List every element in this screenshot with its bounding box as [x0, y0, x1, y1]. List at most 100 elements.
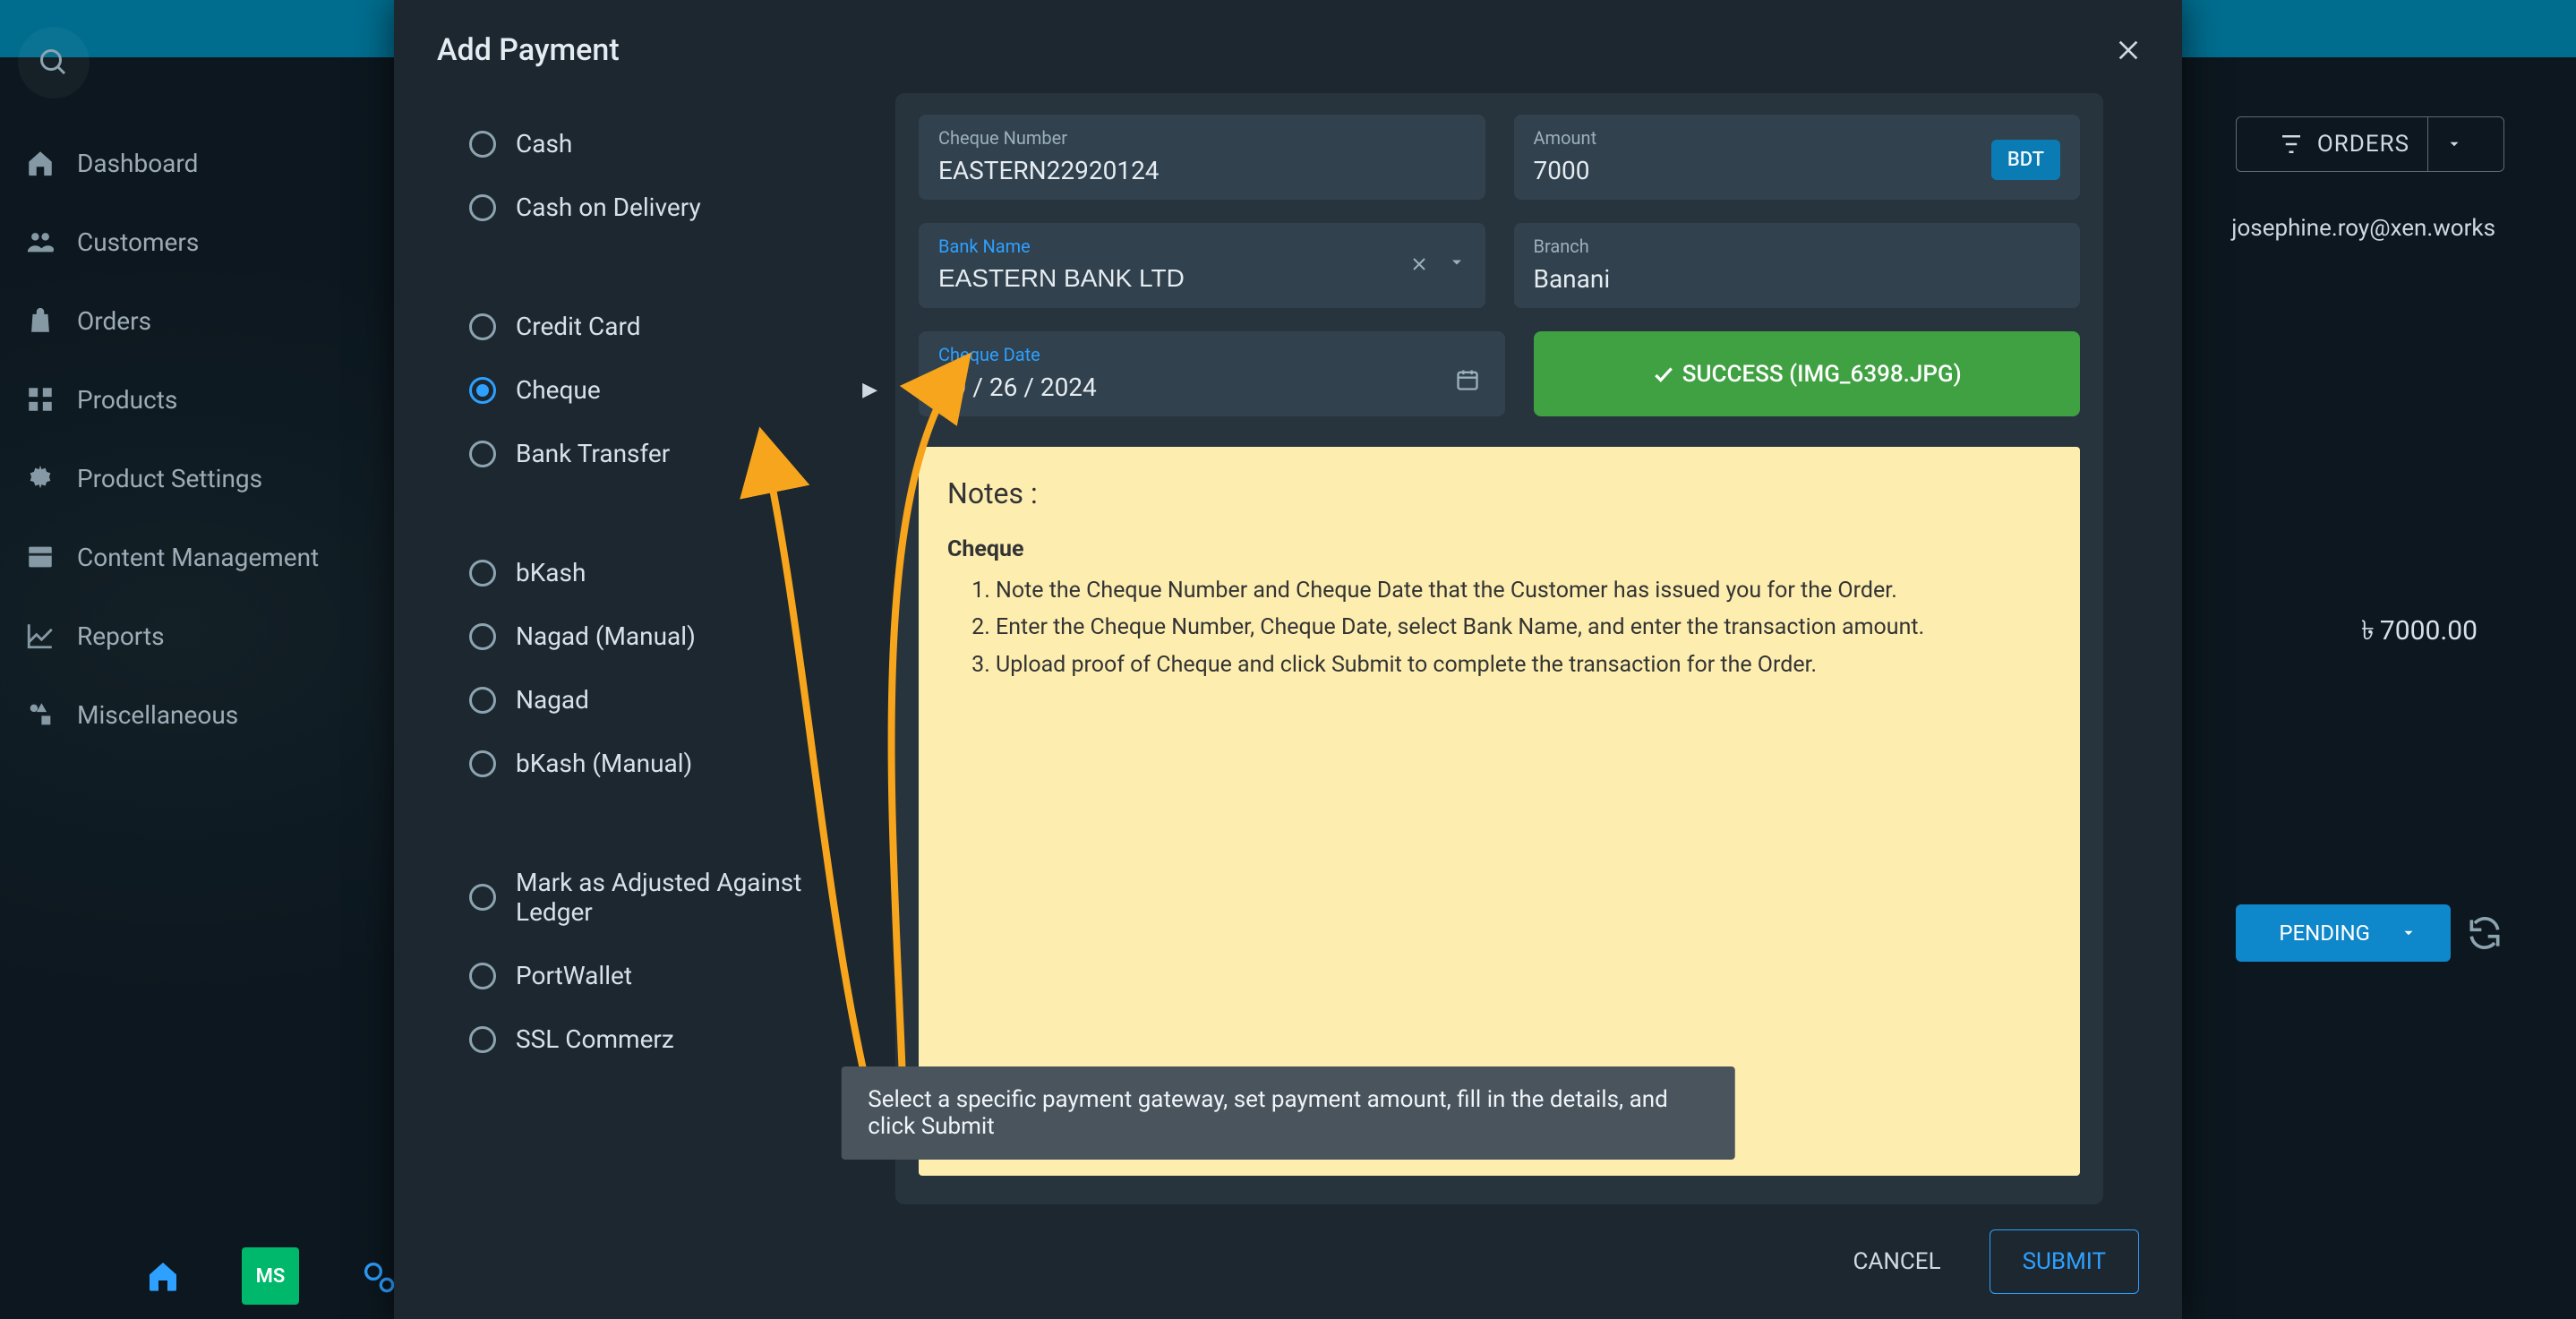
sidebar-item-products[interactable]: Products — [25, 362, 394, 437]
method-ssl[interactable]: SSL Commerz — [469, 1024, 877, 1054]
method-portwallet[interactable]: PortWallet — [469, 961, 877, 990]
sidebar-item-customers[interactable]: Customers — [25, 204, 394, 279]
method-label: Nagad (Manual) — [516, 621, 696, 651]
method-label: Mark as Adjusted Against Ledger — [516, 868, 811, 927]
branch-value: Banani — [1534, 264, 1611, 294]
method-label: PortWallet — [516, 961, 632, 990]
search-icon — [38, 47, 70, 79]
sidebar-item-label: Products — [77, 385, 177, 415]
close-icon[interactable] — [2114, 36, 2143, 64]
sidebar-item-dashboard[interactable]: Dashboard — [25, 125, 394, 201]
status-select[interactable]: PENDING — [2236, 904, 2451, 962]
field-label: Cheque Date — [938, 344, 1485, 365]
layout-icon — [25, 542, 56, 572]
chart-icon — [25, 621, 56, 651]
sidebar-item-label: Dashboard — [77, 149, 198, 178]
currency-symbol: ৳ — [2361, 616, 2375, 646]
filter-icon — [2278, 131, 2305, 158]
notes-subheading: Cheque — [947, 533, 2051, 567]
search-button[interactable] — [18, 27, 90, 98]
field-label: Branch — [1534, 236, 2061, 257]
cheque-number-value: EASTERN22920124 — [938, 156, 1160, 185]
method-label: Credit Card — [516, 312, 640, 341]
grid-icon — [25, 384, 56, 415]
upload-success-label: SUCCESS (IMG_6398.JPG) — [1682, 361, 1962, 388]
bank-name-input[interactable] — [938, 264, 1466, 293]
sidebar-item-label: Customers — [77, 227, 199, 257]
home-icon — [25, 148, 56, 178]
caret-down-icon — [2446, 136, 2462, 152]
method-label: Bank Transfer — [516, 439, 670, 468]
method-label: Cheque — [516, 375, 601, 405]
bottom-toolbar: MS — [134, 1247, 407, 1305]
sidebar-item-product-settings[interactable]: Product Settings — [25, 441, 394, 516]
method-label: Cash on Delivery — [516, 193, 701, 222]
gear-icon — [25, 463, 56, 493]
order-total: ৳7000.00 — [2361, 609, 2478, 655]
sidebar-item-misc[interactable]: Miscellaneous — [25, 677, 394, 752]
method-cod[interactable]: Cash on Delivery — [469, 193, 877, 222]
sidebar-item-label: Content Management — [77, 543, 319, 572]
home-button[interactable] — [134, 1247, 192, 1305]
method-nagad[interactable]: Nagad — [469, 685, 877, 715]
notes-step: Enter the Cheque Number, Cheque Date, se… — [996, 611, 2051, 645]
field-label: Bank Name — [938, 236, 1466, 257]
method-label: Nagad — [516, 685, 589, 715]
cancel-button[interactable]: CANCEL — [1826, 1230, 1967, 1293]
sidebar-nav: Dashboard Customers Orders Products Prod… — [0, 125, 394, 752]
amount-field[interactable]: Amount 7000 BDT — [1514, 115, 2081, 200]
sidebar-item-orders[interactable]: Orders — [25, 283, 394, 358]
sidebar-item-label: Product Settings — [77, 464, 262, 493]
refresh-icon[interactable] — [2465, 913, 2504, 953]
user-email: josephine.roy@xen.works — [2231, 215, 2495, 242]
method-label: bKash — [516, 558, 586, 587]
payment-method-list: Cash Cash on Delivery Credit Card Cheque… — [430, 90, 895, 1204]
people-icon — [25, 227, 56, 257]
sidebar-item-reports[interactable]: Reports — [25, 598, 394, 673]
sidebar-item-content[interactable]: Content Management — [25, 519, 394, 595]
add-payment-modal: Add Payment Cash Cash on Delivery Credit… — [394, 0, 2182, 1319]
sidebar-item-label: Miscellaneous — [77, 700, 238, 730]
bag-icon — [25, 305, 56, 336]
currency-badge: BDT — [1991, 140, 2060, 180]
orders-filter-button[interactable]: ORDERS — [2236, 116, 2504, 172]
cheque-number-field[interactable]: Cheque Number EASTERN22920124 — [919, 115, 1485, 200]
clear-icon[interactable] — [1408, 253, 1430, 275]
bank-name-select[interactable]: Bank Name — [919, 223, 1485, 308]
method-cash[interactable]: Cash — [469, 129, 877, 158]
notes-heading: Notes : — [947, 472, 2051, 515]
caret-right-icon: ▶ — [862, 379, 877, 401]
method-cheque[interactable]: Cheque ▶ — [469, 375, 877, 405]
amount-value: 7000 — [1534, 156, 1590, 185]
sidebar-item-label: Orders — [77, 306, 151, 336]
ms-badge[interactable]: MS — [242, 1247, 299, 1305]
field-label: Amount — [1534, 127, 2061, 149]
cheque-form-panel: Cheque Number EASTERN22920124 Amount 700… — [895, 93, 2103, 1204]
method-nagad-manual[interactable]: Nagad (Manual) — [469, 621, 877, 651]
shapes-icon — [25, 699, 56, 730]
orders-filter-label: ORDERS — [2317, 131, 2409, 158]
method-label: bKash (Manual) — [516, 749, 692, 778]
notes-step: Note the Cheque Number and Cheque Date t… — [996, 574, 2051, 608]
method-label: SSL Commerz — [516, 1024, 674, 1054]
cheque-date-field[interactable]: Cheque Date 09 / 26 / 2024 — [919, 331, 1505, 416]
cheque-date-value: 09 / 26 / 2024 — [938, 373, 1097, 402]
instruction-tooltip: Select a specific payment gateway, set p… — [841, 1066, 1735, 1160]
method-bkash[interactable]: bKash — [469, 558, 877, 587]
chevron-down-icon — [2401, 925, 2417, 941]
branch-field[interactable]: Branch Banani — [1514, 223, 2081, 308]
method-ledger[interactable]: Mark as Adjusted Against Ledger — [469, 868, 877, 927]
status-label: PENDING — [2279, 921, 2370, 946]
caret-down-icon[interactable] — [1448, 253, 1466, 271]
method-bank-transfer[interactable]: Bank Transfer — [469, 439, 877, 468]
calendar-icon[interactable] — [1455, 367, 1480, 392]
notes-step: Upload proof of Cheque and click Submit … — [996, 648, 2051, 682]
home-icon — [145, 1258, 181, 1294]
modal-title: Add Payment — [437, 32, 620, 68]
method-bkash-manual[interactable]: bKash (Manual) — [469, 749, 877, 778]
submit-button[interactable]: SUBMIT — [1990, 1229, 2139, 1294]
upload-success-button[interactable]: SUCCESS (IMG_6398.JPG) — [1534, 331, 2081, 416]
field-label: Cheque Number — [938, 127, 1466, 149]
method-credit-card[interactable]: Credit Card — [469, 312, 877, 341]
sidebar-item-label: Reports — [77, 621, 165, 651]
